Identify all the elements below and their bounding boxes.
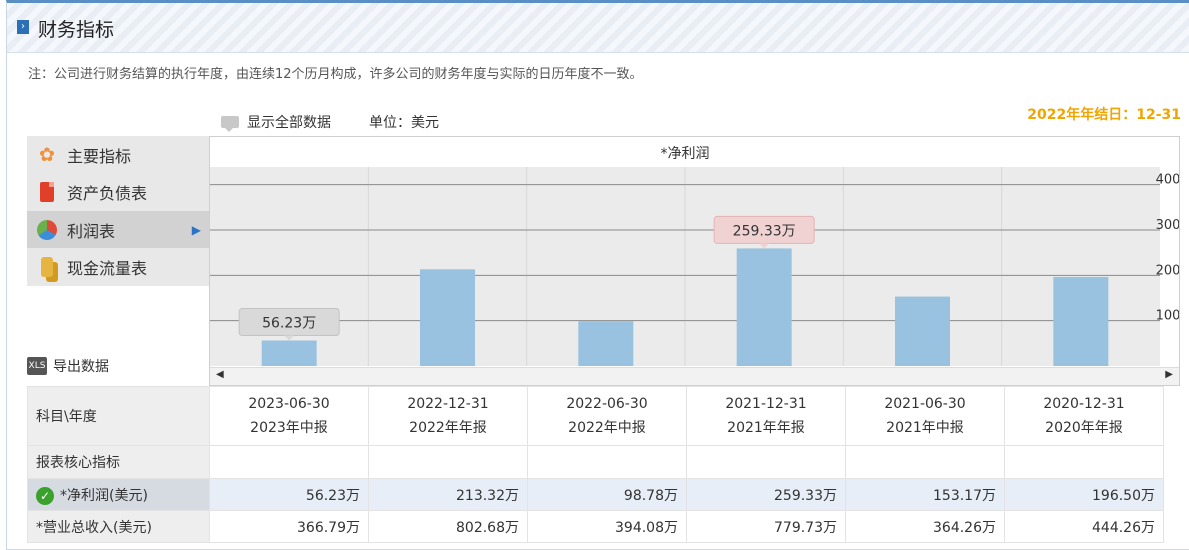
chart-plot-area: 100 200 300 400 56.23万 259.33万 xyxy=(210,167,1179,366)
menu-item-key-indicators[interactable]: ✿ 主要指标 xyxy=(27,136,209,173)
table-row-net-profit[interactable]: ✓ *净利润(美元) 56.23万 213.32万 98.78万 259.33万 … xyxy=(27,478,1164,511)
column-report: 2021年年报 xyxy=(727,420,805,436)
column-header[interactable]: 2022-06-30 2022年中报 xyxy=(527,386,687,446)
table-cell: 259.33万 xyxy=(686,478,846,511)
table-cell: 364.26万 xyxy=(845,510,1005,543)
column-date: 2021-12-31 xyxy=(725,396,807,412)
bar xyxy=(895,296,950,366)
bar xyxy=(736,248,792,366)
chart-horizontal-scrollbar[interactable]: ◀ ▶ xyxy=(210,367,1179,385)
table-cell xyxy=(686,445,846,479)
menu-item-label: 资产负债表 xyxy=(67,183,148,203)
table-cell: 444.26万 xyxy=(1004,510,1164,543)
panel-toggle-icon[interactable]: › xyxy=(17,20,29,34)
table-header-row: 科目\年度 2023-06-30 2023年中报 2022-12-31 2022年年… xyxy=(27,386,1164,446)
table-cell: 98.78万 xyxy=(527,478,687,511)
column-date: 2023-06-30 xyxy=(248,396,330,412)
table-cell xyxy=(845,445,1005,479)
y-tick-label: 100 xyxy=(1156,309,1179,324)
menu-item-balance-sheet[interactable]: 资产负债表 xyxy=(27,173,209,210)
y-tick-label: 200 xyxy=(1156,263,1179,278)
unit-label: 单位：美元 xyxy=(369,115,439,131)
table-cell xyxy=(1004,445,1164,479)
column-header[interactable]: 2023-06-30 2023年中报 xyxy=(209,386,369,446)
panel-title: 财务指标 xyxy=(38,19,115,41)
panel-header: › 财务指标 xyxy=(7,3,1189,53)
table-cell: 366.79万 xyxy=(209,510,369,543)
menu-item-label: 现金流量表 xyxy=(67,258,148,278)
show-all-data-button[interactable]: 显示全部数据 xyxy=(221,112,331,132)
column-report: 2022年年报 xyxy=(409,420,487,436)
column-date: 2020-12-31 xyxy=(1043,396,1125,412)
bar xyxy=(1053,276,1109,366)
row-label: *营业总收入(美元) xyxy=(27,510,210,543)
menu-item-label: 主要指标 xyxy=(67,146,132,166)
column-date: 2021-06-30 xyxy=(884,396,966,412)
column-header[interactable]: 2022-12-31 2022年年报 xyxy=(368,386,528,446)
menu-item-label: 利润表 xyxy=(67,221,116,241)
arrow-right-icon: ▶ xyxy=(191,222,201,237)
pie-chart-icon xyxy=(37,219,57,240)
table-corner-cell: 科目\年度 xyxy=(27,386,210,446)
flower-icon: ✿ xyxy=(39,143,55,166)
table-cell: 213.32万 xyxy=(368,478,528,511)
row-label-text: *净利润(美元) xyxy=(60,487,148,504)
bar xyxy=(578,321,634,366)
column-date: 2022-06-30 xyxy=(566,396,648,412)
export-data-button[interactable]: XLS 导出数据 xyxy=(27,356,109,376)
table-cell: 802.68万 xyxy=(368,510,528,543)
table-row-total-revenue[interactable]: *营业总收入(美元) 366.79万 802.68万 394.08万 779.7… xyxy=(27,510,1164,543)
export-data-label: 导出数据 xyxy=(53,359,109,375)
column-report: 2020年年报 xyxy=(1045,420,1123,436)
check-icon: ✓ xyxy=(36,486,54,505)
bar xyxy=(261,340,317,366)
table-cell: 196.50万 xyxy=(1004,478,1164,511)
y-tick-label: 400 xyxy=(1156,173,1179,188)
financial-data-table: 科目\年度 2023-06-30 2023年中报 2022-12-31 2022年年… xyxy=(27,386,1164,543)
table-cell: 153.17万 xyxy=(845,478,1005,511)
menu-item-cash-flow[interactable]: 现金流量表 xyxy=(27,248,209,285)
column-header[interactable]: 2020-12-31 2020年年报 xyxy=(1004,386,1164,446)
speech-bubble-icon xyxy=(221,116,239,132)
table-cell xyxy=(209,445,369,479)
table-cell: 56.23万 xyxy=(209,478,369,511)
coins-icon xyxy=(41,256,53,277)
table-cell xyxy=(527,445,687,479)
bar xyxy=(420,269,475,366)
year-end-label: 2022年年结日：12-31 xyxy=(1027,107,1181,123)
column-report: 2022年中报 xyxy=(568,420,646,436)
column-date: 2022-12-31 xyxy=(407,396,489,412)
y-tick-label: 300 xyxy=(1156,218,1179,233)
scroll-left-icon[interactable]: ◀ xyxy=(216,369,224,380)
section-row: 报表核心指标 xyxy=(27,445,1164,479)
column-report: 2021年中报 xyxy=(886,420,964,436)
scroll-right-icon[interactable]: ▶ xyxy=(1165,369,1173,380)
column-header[interactable]: 2021-06-30 2021年中报 xyxy=(845,386,1005,446)
table-cell: 779.73万 xyxy=(686,510,846,543)
menu-item-income-statement[interactable]: 利润表 ▶ xyxy=(27,211,209,248)
table-cell: 394.08万 xyxy=(527,510,687,543)
column-header[interactable]: 2021-12-31 2021年年报 xyxy=(686,386,846,446)
document-icon xyxy=(40,181,54,202)
show-all-data-label: 显示全部数据 xyxy=(247,115,331,131)
row-label: ✓ *净利润(美元) xyxy=(27,478,210,511)
column-report: 2023年中报 xyxy=(250,420,328,436)
data-label: 259.33万 xyxy=(733,223,796,239)
export-icon: XLS xyxy=(27,357,47,375)
statement-menu: ✿ 主要指标 资产负债表 利润表 ▶ 现金流量表 xyxy=(27,136,209,286)
fiscal-year-note: 注：公司进行财务结算的执行年度，由连续12个历月构成，许多公司的财务年度与实际的… xyxy=(28,67,643,82)
table-cell xyxy=(368,445,528,479)
section-label: 报表核心指标 xyxy=(27,445,210,479)
data-label: 56.23万 xyxy=(262,316,316,332)
net-profit-chart: *净利润 100 200 300 400 56.23万 259.33万 ◀ ▶ xyxy=(209,136,1180,386)
